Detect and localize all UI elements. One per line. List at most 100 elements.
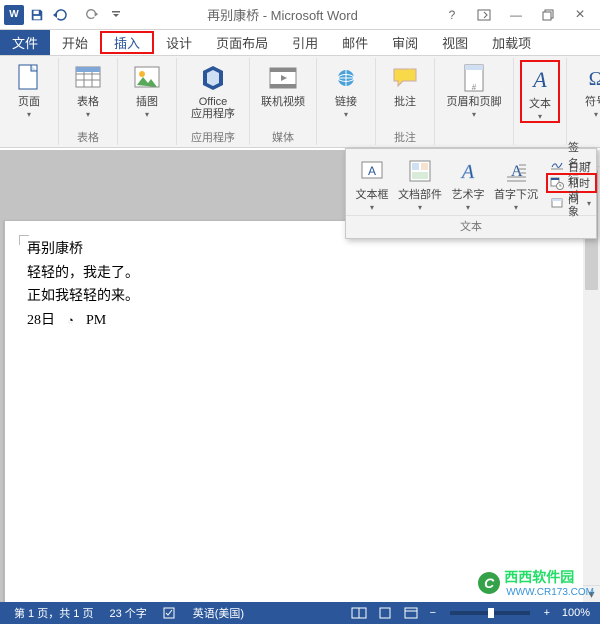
object-icon [550, 195, 564, 211]
view-read-mode-button[interactable] [348, 605, 370, 621]
group-illustrations: 插图 ▾ [118, 58, 177, 145]
online-video-label: 联机视频 [261, 96, 305, 108]
comment-icon [389, 62, 421, 94]
office-apps-button[interactable]: Office 应用程序 [183, 60, 243, 120]
help-button[interactable]: ? [438, 4, 466, 26]
undo-button[interactable] [50, 4, 72, 26]
title-bar: W 再别康桥 - Microsoft Word ? — × [0, 0, 600, 30]
chevron-down-icon: ▾ [86, 110, 90, 119]
dropcap-button[interactable]: A 首字下沉 ▾ [490, 153, 542, 213]
text-dropdown-side: 签名行 ▾ 日期和时间 对象 ▾ [542, 153, 597, 213]
word-app-icon: W [4, 5, 24, 25]
tab-insert[interactable]: 插入 [100, 31, 154, 54]
links-button[interactable]: 链接 ▾ [323, 60, 369, 119]
time-field-ampm: PM [86, 313, 106, 328]
view-print-layout-button[interactable] [374, 605, 396, 621]
save-button[interactable] [26, 4, 48, 26]
tab-view[interactable]: 视图 [430, 30, 480, 55]
wordart-label: 艺术字 [452, 189, 485, 201]
quickparts-icon [404, 155, 436, 187]
watermark-badge-icon: C [478, 572, 500, 594]
doc-line-1: 再别康桥 [27, 239, 573, 261]
doc-line-3: 正如我轻轻的来。 [27, 286, 573, 308]
textbox-icon: A [356, 155, 388, 187]
office-apps-icon [197, 62, 229, 94]
ribbon-tabs: 文件 开始 插入 设计 页面布局 引用 邮件 审阅 视图 加载项 [0, 30, 600, 56]
tab-addins[interactable]: 加载项 [480, 30, 543, 55]
comment-button[interactable]: 批注 [382, 60, 428, 108]
quick-parts-button[interactable]: 文档部件 ▾ [394, 153, 446, 213]
tab-design[interactable]: 设计 [154, 30, 204, 55]
dropcap-icon: A [500, 155, 532, 187]
status-language[interactable]: 英语(美国) [185, 605, 252, 621]
text-icon: A [524, 64, 556, 96]
group-tables-label: 表格 [77, 129, 99, 145]
group-links: 链接 ▾ [317, 58, 376, 145]
view-web-layout-button[interactable] [400, 605, 422, 621]
header-footer-button[interactable]: # 页眉和页脚 ▾ [441, 60, 507, 119]
zoom-in-button[interactable]: + [540, 607, 554, 619]
chevron-down-icon: ▾ [538, 112, 542, 121]
text-dropdown-group-label: 文本 [346, 215, 596, 238]
group-header-footer: # 页眉和页脚 ▾ [435, 58, 514, 145]
illustrations-button[interactable]: 插图 ▾ [124, 60, 170, 119]
table-button[interactable]: 表格 ▾ [65, 60, 111, 119]
table-label: 表格 [77, 96, 99, 108]
wordart-icon: A [452, 155, 484, 187]
clock-icon: ◔ [66, 313, 76, 330]
text-button[interactable]: A 文本 ▾ [520, 60, 560, 123]
zoom-slider-thumb[interactable] [488, 608, 494, 618]
textbox-button[interactable]: A 文本框 ▾ [350, 153, 394, 213]
chevron-down-icon: ▾ [418, 203, 422, 212]
spellcheck-icon [163, 607, 177, 619]
tab-home[interactable]: 开始 [50, 30, 100, 55]
object-button[interactable]: 对象 ▾ [546, 193, 597, 213]
dropcap-label: 首字下沉 [494, 189, 538, 201]
minimize-button[interactable]: — [502, 4, 530, 26]
chevron-down-icon: ▾ [466, 203, 470, 212]
zoom-slider[interactable] [450, 611, 530, 615]
close-button[interactable]: × [566, 4, 594, 26]
chevron-down-icon: ▾ [587, 199, 591, 208]
redo-button[interactable] [81, 4, 103, 26]
restore-button[interactable] [534, 4, 562, 26]
text-dropdown-main: A 文本框 ▾ 文档部件 ▾ A 艺术字 ▾ A [350, 153, 542, 213]
document-body[interactable]: 再别康桥 轻轻的，我走了。 正如我轻轻的来。 28日 ◔ PM [5, 221, 595, 352]
chevron-down-icon: ▾ [370, 203, 374, 212]
textbox-label: 文本框 [356, 189, 389, 201]
links-label: 链接 [335, 96, 357, 108]
svg-text:A: A [531, 67, 547, 92]
header-footer-label: 页眉和页脚 [447, 96, 502, 108]
wordart-button[interactable]: A 艺术字 ▾ [446, 153, 490, 213]
customize-qat-button[interactable] [105, 4, 127, 26]
svg-text:Ω: Ω [589, 68, 600, 90]
zoom-out-button[interactable]: − [426, 607, 440, 619]
ribbon-display-options-button[interactable] [470, 4, 498, 26]
pages-button[interactable]: 页面 ▾ [6, 60, 52, 119]
quick-parts-label: 文档部件 [398, 189, 442, 201]
status-page[interactable]: 第 1 页，共 1 页 [6, 605, 101, 621]
online-video-icon [267, 62, 299, 94]
status-spellcheck[interactable] [155, 607, 185, 619]
tab-page-layout[interactable]: 页面布局 [204, 30, 280, 55]
online-video-button[interactable]: 联机视频 [256, 60, 310, 108]
document-page[interactable]: 再别康桥 轻轻的，我走了。 正如我轻轻的来。 28日 ◔ PM [4, 220, 596, 602]
tab-review[interactable]: 审阅 [380, 30, 430, 55]
chevron-down-icon: ▾ [27, 110, 31, 119]
symbols-button[interactable]: Ω 符号 ▾ [573, 60, 600, 119]
zoom-level[interactable]: 100% [558, 607, 594, 619]
chevron-down-icon: ▾ [344, 110, 348, 119]
margin-corner-icon [19, 235, 29, 245]
group-apps-label: 应用程序 [191, 129, 235, 145]
group-symbols: Ω 符号 ▾ [567, 58, 600, 145]
illustration-icon [131, 62, 163, 94]
comment-label: 批注 [394, 96, 416, 108]
link-icon [330, 62, 362, 94]
tab-references[interactable]: 引用 [280, 30, 330, 55]
tab-file[interactable]: 文件 [0, 30, 50, 55]
tab-mailings[interactable]: 邮件 [330, 30, 380, 55]
pages-label: 页面 [18, 96, 40, 108]
group-media-label: 媒体 [272, 129, 294, 145]
text-label: 文本 [529, 98, 551, 110]
status-word-count[interactable]: 23 个字 [101, 605, 154, 621]
